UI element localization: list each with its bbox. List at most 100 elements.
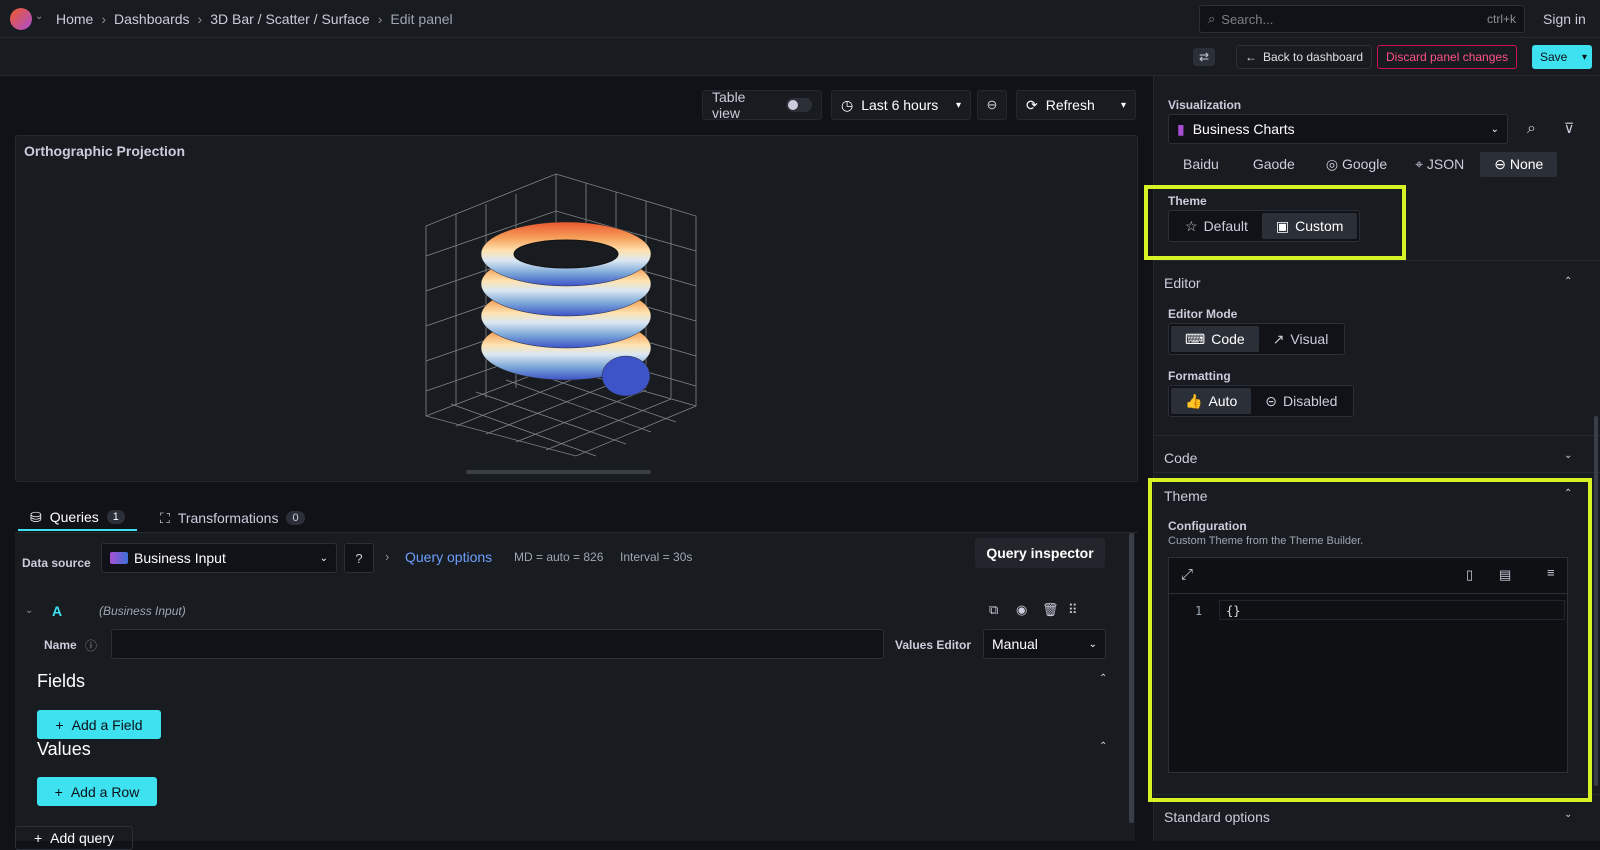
search-icon[interactable]: ⌕ bbox=[1527, 120, 1536, 138]
sign-in-link[interactable]: Sign in bbox=[1543, 11, 1586, 27]
scrollbar[interactable] bbox=[466, 470, 651, 474]
max-data-points: MD = auto = 826 bbox=[514, 550, 604, 564]
values-editor-select[interactable]: Manual ⌄ bbox=[983, 629, 1106, 659]
chevron-up-icon[interactable]: ⌃ bbox=[1099, 673, 1107, 684]
tab-transformations[interactable]: ⛶ Transformations 0 bbox=[158, 505, 307, 531]
scrollbar[interactable] bbox=[1129, 533, 1134, 823]
map-option-none[interactable]: ⊖ None bbox=[1480, 152, 1558, 177]
clock-icon: ◷ bbox=[841, 96, 854, 113]
divider bbox=[1154, 260, 1600, 261]
divider bbox=[1154, 435, 1600, 436]
scrollbar[interactable] bbox=[1594, 416, 1598, 786]
mode-code-option[interactable]: ⌨ Code bbox=[1171, 326, 1259, 352]
breadcrumb-dashboard[interactable]: 3D Bar / Scatter / Surface bbox=[210, 11, 370, 27]
refresh-icon: ⟳ bbox=[1026, 96, 1038, 113]
map-option-none-label: None bbox=[1509, 156, 1544, 172]
chevron-down-icon[interactable]: ⌄ bbox=[1564, 809, 1572, 820]
chevron-up-icon[interactable]: ⌃ bbox=[1099, 741, 1107, 752]
map-option-baidu[interactable]: Baidu bbox=[1168, 152, 1234, 177]
refresh-button[interactable]: ⟳ Refresh ▾ bbox=[1016, 90, 1136, 120]
save-label: Save bbox=[1540, 50, 1568, 64]
query-inspector-button[interactable]: Query inspector bbox=[975, 538, 1105, 568]
filter-icon[interactable]: ⊽ bbox=[1564, 120, 1574, 137]
query-options-link[interactable]: Query options bbox=[405, 549, 492, 565]
chevron-down-icon: ⌄ bbox=[319, 552, 328, 564]
collapse-icon[interactable]: ⌄ bbox=[25, 605, 33, 616]
toggle-switch[interactable] bbox=[786, 98, 812, 112]
data-source-value: Business Input bbox=[134, 550, 226, 566]
bar-chart-icon: ▮ bbox=[1177, 120, 1185, 137]
format-disabled-option[interactable]: ⊝ Disabled bbox=[1251, 388, 1351, 414]
top-bar: ⌄ Home › Dashboards › 3D Bar / Scatter / S… bbox=[0, 0, 1600, 38]
highlight-theme-toggle bbox=[1144, 185, 1406, 260]
tab-queries[interactable]: ⛁ Queries 1 bbox=[18, 505, 137, 531]
table-view-toggle[interactable]: Table view bbox=[702, 89, 822, 121]
time-range-picker[interactable]: ◷ Last 6 hours ▾ bbox=[831, 90, 971, 120]
eye-icon[interactable]: ◉ bbox=[1016, 602, 1027, 618]
breadcrumb-home[interactable]: Home bbox=[56, 11, 93, 27]
visualization-value: Business Charts bbox=[1192, 121, 1295, 137]
data-source-label: Data source bbox=[22, 556, 91, 570]
tab-queries-label: Queries bbox=[49, 509, 99, 525]
chevron-down-icon[interactable]: ⌄ bbox=[35, 11, 43, 22]
code-section-title[interactable]: Code bbox=[1164, 450, 1197, 466]
query-ref-id[interactable]: A bbox=[52, 603, 62, 619]
edit-toolbar: ⇄ ← Back to dashboard Discard panel chang… bbox=[0, 38, 1600, 76]
format-auto-option[interactable]: 👍 Auto bbox=[1171, 388, 1252, 414]
duplicate-icon[interactable]: ⧉ bbox=[989, 602, 998, 618]
fields-heading: Fields bbox=[37, 671, 86, 691]
query-editor: Data source Business Input ⌄ ? › Query o… bbox=[15, 533, 1135, 850]
editor-mode-segment: ⌨ Code ↗ Visual bbox=[1168, 323, 1346, 355]
chevron-down-icon[interactable]: ▾ bbox=[1582, 52, 1587, 63]
formatting-label: Formatting bbox=[1168, 369, 1231, 383]
help-icon: ? bbox=[355, 550, 363, 566]
chevron-down-icon: ⌄ bbox=[1088, 638, 1097, 650]
chevron-down-icon: ⌄ bbox=[1490, 123, 1499, 135]
add-row-button[interactable]: + Add a Row bbox=[37, 777, 157, 806]
query-ref-datasource: (Business Input) bbox=[99, 604, 186, 618]
toggle-layout-button[interactable]: ⇄ bbox=[1193, 48, 1215, 66]
breadcrumb: Home › Dashboards › 3D Bar / Scatter / Sur… bbox=[56, 11, 453, 27]
count-badge: 1 bbox=[106, 510, 125, 524]
data-source-select[interactable]: Business Input ⌄ bbox=[101, 543, 337, 573]
discard-label: Discard panel changes bbox=[1386, 50, 1509, 64]
back-to-dashboard-button[interactable]: ← Back to dashboard bbox=[1236, 45, 1373, 69]
chevron-down-icon[interactable]: ⌄ bbox=[1564, 450, 1572, 461]
search-input[interactable]: ⌕ Search... ctrl+k bbox=[1199, 5, 1525, 33]
drag-handle-icon[interactable]: ⠿ bbox=[1068, 602, 1078, 618]
mode-code-label: Code bbox=[1211, 331, 1245, 347]
help-button[interactable]: ? bbox=[344, 543, 374, 573]
chevron-down-icon: ▾ bbox=[955, 99, 961, 111]
panel-title: Orthographic Projection bbox=[24, 143, 186, 159]
mode-visual-option[interactable]: ↗ Visual bbox=[1259, 326, 1343, 352]
chevron-down-icon[interactable]: ▾ bbox=[1121, 100, 1126, 111]
map-option-gaode[interactable]: Gaode bbox=[1238, 152, 1310, 177]
grafana-logo-icon[interactable] bbox=[10, 8, 32, 30]
formatting-segment: 👍 Auto ⊝ Disabled bbox=[1168, 385, 1355, 417]
editor-mode-label: Editor Mode bbox=[1168, 307, 1238, 321]
trash-icon[interactable]: 🗑 bbox=[1042, 602, 1059, 618]
3d-chart[interactable] bbox=[396, 166, 756, 476]
values-editor-value: Manual bbox=[992, 636, 1038, 652]
standard-options-title[interactable]: Standard options bbox=[1164, 809, 1270, 825]
plus-icon: + bbox=[55, 716, 64, 733]
zoom-out-button[interactable]: ⊖ bbox=[977, 90, 1007, 120]
values-heading: Values bbox=[37, 739, 91, 759]
save-button[interactable]: Save ▾ bbox=[1532, 45, 1592, 69]
map-option-json[interactable]: ⌖ JSON bbox=[1403, 152, 1476, 177]
discard-button[interactable]: Discard panel changes bbox=[1377, 45, 1518, 69]
map-option-google-label: Google bbox=[1341, 156, 1388, 172]
add-query-button[interactable]: + Add query bbox=[15, 826, 133, 850]
map-option-google[interactable]: ◎ Google bbox=[1314, 152, 1399, 177]
add-field-button[interactable]: + Add a Field bbox=[37, 710, 161, 739]
add-row-label: Add a Row bbox=[70, 783, 140, 800]
breadcrumb-dashboards[interactable]: Dashboards bbox=[114, 11, 190, 27]
mode-visual-label: Visual bbox=[1290, 331, 1329, 347]
chevron-up-icon[interactable]: ⌃ bbox=[1564, 276, 1572, 287]
visualization-label: Visualization bbox=[1168, 98, 1242, 112]
name-input[interactable] bbox=[111, 629, 884, 659]
visualization-select[interactable]: ▮ Business Charts ⌄ bbox=[1168, 114, 1508, 144]
editor-section-title[interactable]: Editor bbox=[1164, 275, 1201, 291]
chevron-right-icon[interactable]: › bbox=[385, 549, 389, 564]
map-option-json-label: JSON bbox=[1426, 156, 1465, 172]
